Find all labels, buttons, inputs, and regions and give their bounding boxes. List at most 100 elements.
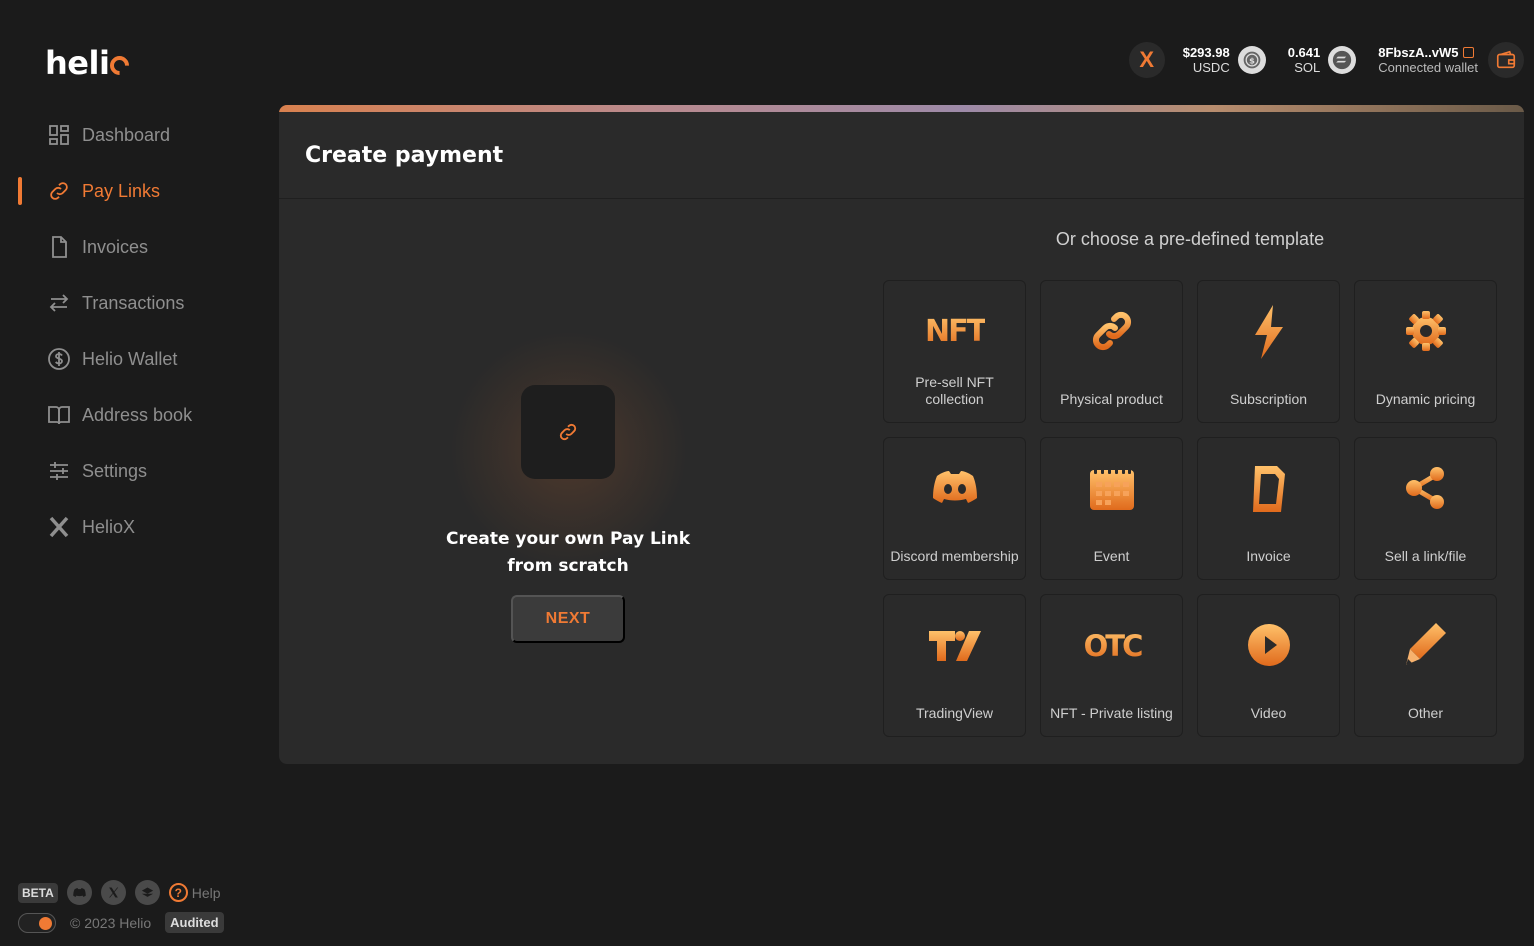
next-button[interactable]: NEXT	[511, 595, 625, 643]
docs-icon[interactable]	[134, 880, 160, 905]
template-other[interactable]: Other	[1354, 594, 1497, 737]
sidebar-item-transactions[interactable]: Transactions	[0, 275, 260, 331]
template-label: Discord membership	[890, 548, 1019, 564]
sidebar-item-pay-links[interactable]: Pay Links	[0, 163, 260, 219]
sol-icon	[1328, 46, 1357, 74]
heliox-icon: X	[1139, 47, 1155, 72]
template-label: Invoice	[1246, 548, 1291, 564]
wallet-button[interactable]	[1488, 42, 1524, 78]
audited-badge[interactable]: Audited	[165, 912, 224, 933]
template-invoice[interactable]: Invoice	[1197, 437, 1340, 580]
sidebar-item-invoices[interactable]: Invoices	[0, 219, 260, 275]
template-subscription[interactable]: Subscription	[1197, 280, 1340, 423]
template-sell-link-file[interactable]: Sell a link/file	[1354, 437, 1497, 580]
document-icon	[47, 235, 71, 259]
sidebar-item-heliox[interactable]: HelioX	[0, 499, 260, 555]
sidebar-item-label: Settings	[82, 460, 148, 481]
x-twitter-icon[interactable]	[100, 880, 126, 905]
invoice-icon	[1252, 466, 1285, 512]
wallet-info: 8FbszA..vW5 Connected wallet	[1378, 45, 1478, 75]
sol-balance: 0.641 SOL	[1288, 45, 1321, 75]
template-label: NFT - Private listing	[1050, 705, 1173, 721]
play-icon	[1247, 624, 1290, 666]
wallet-icon	[1496, 50, 1516, 69]
calendar-icon	[1089, 466, 1134, 510]
sol-unit: SOL	[1294, 60, 1321, 75]
copy-icon[interactable]	[1463, 47, 1475, 58]
sidebar-item-label: Address book	[82, 404, 193, 425]
templates-title: Or choose a pre-defined template	[1055, 229, 1325, 249]
footer-meta: © 2023 Helio Audited	[18, 912, 224, 933]
topbar: X $293.98 USDC $ 0.641 SOL 8FbszA..vW5 C…	[1128, 40, 1524, 80]
template-video[interactable]: Video	[1197, 594, 1340, 737]
template-discord-membership[interactable]: Discord membership	[883, 437, 1026, 580]
page-title: Create payment	[305, 142, 504, 168]
link-icon	[47, 179, 71, 203]
svg-text:$: $	[1249, 55, 1255, 65]
svg-text:OTC: OTC	[1083, 629, 1141, 663]
tradingview-icon	[928, 631, 981, 661]
sidebar-item-label: Pay Links	[82, 180, 161, 201]
otc-icon: OTC	[1083, 629, 1141, 663]
sidebar-item-label: Helio Wallet	[82, 348, 178, 369]
helio-logo[interactable]: heli	[45, 44, 134, 82]
gear-icon	[1405, 311, 1446, 351]
template-nft-private-listing[interactable]: OTC NFT - Private listing	[1040, 594, 1183, 737]
scratch-section: Create your own Pay Link from scratch NE…	[279, 200, 859, 764]
template-label: Dynamic pricing	[1375, 391, 1476, 407]
sidebar-item-label: Transactions	[82, 292, 185, 313]
share-icon	[1405, 467, 1444, 509]
sidebar-item-helio-wallet[interactable]: Helio Wallet	[0, 331, 260, 387]
theme-toggle[interactable]	[18, 912, 56, 933]
sidebar: heli Dashboard Pay Links Invoices Transa…	[0, 0, 260, 946]
sol-amount: 0.641	[1287, 45, 1321, 60]
discord-icon[interactable]	[66, 880, 92, 905]
scratch-line-1: Create your own Pay Link	[445, 529, 691, 549]
usdc-balance: $293.98 USDC	[1183, 45, 1230, 75]
help-icon: ?	[168, 883, 188, 902]
sidebar-nav: Dashboard Pay Links Invoices Transaction…	[0, 107, 260, 555]
template-label: Sell a link/file	[1384, 548, 1467, 564]
paylink-tile[interactable]	[521, 385, 615, 479]
usdc-unit: USDC	[1192, 60, 1230, 75]
lightning-icon	[1254, 305, 1283, 359]
template-dynamic-pricing[interactable]: Dynamic pricing	[1354, 280, 1497, 423]
template-label: Subscription	[1229, 391, 1308, 407]
transfer-icon	[47, 291, 71, 315]
scratch-text: Create your own Pay Link from scratch	[419, 526, 717, 580]
book-icon	[47, 403, 71, 427]
sidebar-item-address-book[interactable]: Address book	[0, 387, 260, 443]
sidebar-item-label: Dashboard	[82, 124, 171, 145]
sliders-icon	[47, 459, 71, 483]
template-grid: NFT Pre-sell NFT collection Physical pro…	[883, 280, 1497, 737]
sidebar-item-dashboard[interactable]: Dashboard	[0, 107, 260, 163]
dollar-icon	[47, 347, 71, 371]
template-label: Physical product	[1060, 391, 1163, 407]
card-header: Create payment	[279, 112, 1524, 199]
wallet-address: 8FbszA..vW5	[1378, 45, 1459, 60]
scratch-line-2: from scratch	[507, 556, 629, 576]
create-payment-card: Create payment Create your own Pay Link …	[279, 105, 1524, 764]
link-icon	[559, 423, 577, 441]
help-link[interactable]: ? Help	[168, 883, 221, 902]
footer-links: BETA ? Help	[18, 880, 221, 905]
template-event[interactable]: Event	[1040, 437, 1183, 580]
heliox-button[interactable]: X	[1128, 42, 1165, 78]
template-label: Event	[1093, 548, 1130, 564]
chain-link-icon	[1092, 311, 1131, 351]
template-label: Video	[1250, 705, 1287, 721]
sidebar-item-settings[interactable]: Settings	[0, 443, 260, 499]
template-pre-sell-nft[interactable]: NFT Pre-sell NFT collection	[883, 280, 1026, 423]
copyright: © 2023 Helio	[70, 914, 152, 931]
usdc-icon: $	[1237, 46, 1266, 74]
usdc-amount: $293.98	[1182, 45, 1230, 60]
nft-icon: NFT	[925, 314, 985, 349]
template-label: Pre-sell NFT collection	[915, 374, 994, 407]
template-physical-product[interactable]: Physical product	[1040, 280, 1183, 423]
template-label: Other	[1407, 705, 1443, 721]
sidebar-item-label: Invoices	[82, 236, 149, 257]
beta-badge: BETA	[18, 882, 58, 903]
template-tradingview[interactable]: TradingView	[883, 594, 1026, 737]
gradient-bar	[279, 105, 1524, 112]
template-label: TradingView	[915, 705, 994, 721]
